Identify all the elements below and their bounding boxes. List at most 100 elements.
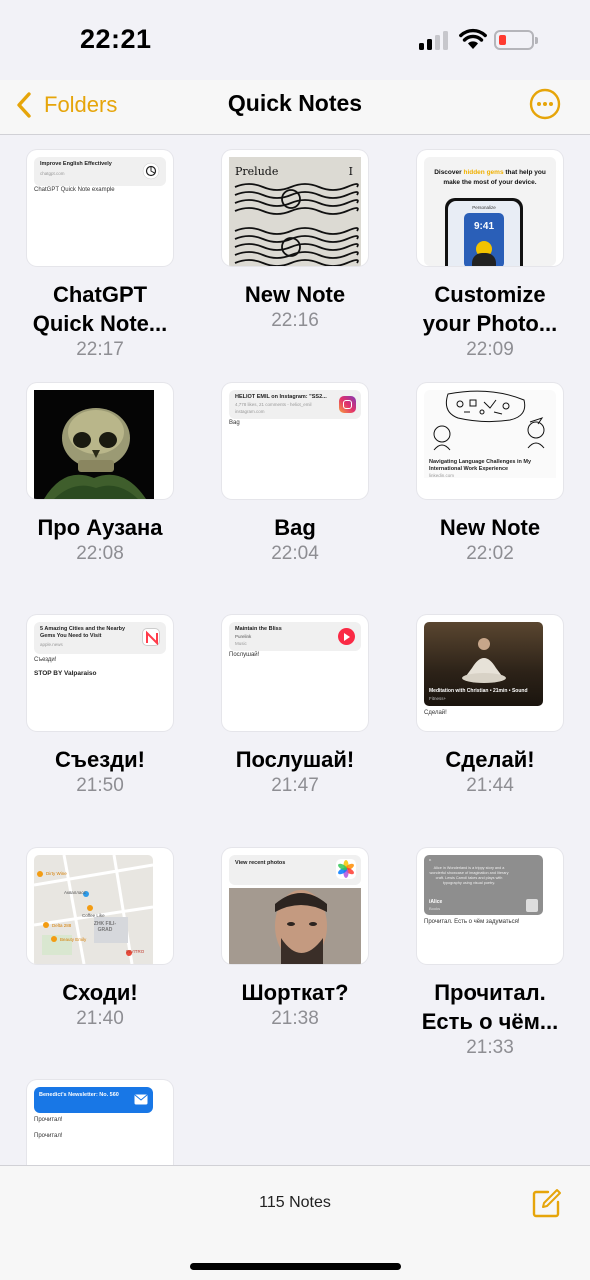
note-thumbnail: Discover hidden gems that help you make … <box>417 150 563 266</box>
note-time: 21:38 <box>271 1008 319 1029</box>
note-thumbnail <box>27 383 173 499</box>
note-title: Шорткат? <box>241 980 349 1005</box>
note-time: 21:44 <box>466 775 514 796</box>
note-time: 22:17 <box>76 339 124 360</box>
article-image: Discover hidden gems that help you make … <box>424 157 556 266</box>
note-time: 22:02 <box>466 543 514 564</box>
cellular-signal-icon <box>419 30 449 50</box>
skull-photo <box>34 390 154 499</box>
note-thumbnail: View recent photos <box>222 848 368 964</box>
shortcut-title: View recent photos <box>235 860 286 866</box>
shortcut-card: View recent photos <box>229 855 361 885</box>
phone-time: 9:41 <box>473 221 494 232</box>
home-indicator <box>190 1263 401 1270</box>
note-time: 21:33 <box>466 1037 514 1058</box>
note-thumbnail: Maintain the Bliss Purelink Music Послуш… <box>222 615 368 731</box>
instagram-icon <box>339 396 356 413</box>
map-label: INVITRO <box>126 949 145 954</box>
notes-grid: Improve English Effectively chatgpt.com … <box>0 135 590 1165</box>
link-card: HELIOT EMIL on Instagram: "SS2... 4,778 … <box>229 390 361 419</box>
newsletter-title: Benedict's Newsletter: No. 560 <box>39 1092 119 1098</box>
headline-part: Discover <box>434 169 464 176</box>
note-item[interactable]: Benedict's Newsletter: No. 560 Прочитал!… <box>27 1080 173 1165</box>
note-item[interactable]: Navigating Language Challenges in My Int… <box>417 383 563 566</box>
screen: 22:21 Folders Quick Notes Improve Englis… <box>0 0 590 1280</box>
note-thumbnail: Benedict's Newsletter: No. 560 Прочитал!… <box>27 1080 173 1165</box>
map-label: Coffee Like <box>82 913 105 918</box>
note-body-text: Прочитал. Есть о чём задуматься! <box>424 919 520 925</box>
artwork-image: Prelude I <box>229 157 361 266</box>
note-item[interactable]: Prelude I New Note 22:16 <box>222 150 368 333</box>
headline-highlight: hidden gems <box>463 169 504 176</box>
book-title: iAlice <box>429 899 443 905</box>
link-card-source: Music <box>235 641 247 646</box>
artwork-number: I <box>348 165 353 178</box>
chatgpt-logo-icon <box>142 162 160 180</box>
note-body-text: Bag <box>229 420 240 426</box>
note-time: 22:04 <box>271 543 319 564</box>
book-quote: Alice in Wonderland is a trippy story an… <box>429 866 509 885</box>
note-body-text: Послушай! <box>229 652 260 658</box>
note-title: Customize your Photo... <box>422 282 558 336</box>
map-label: Dirty Wine <box>46 871 67 876</box>
note-item[interactable]: HELIOT EMIL on Instagram: "SS2... 4,778 … <box>222 383 368 566</box>
status-time: 22:21 <box>80 24 152 54</box>
note-time: 21:50 <box>76 775 124 796</box>
page-title: Quick Notes <box>227 90 363 116</box>
note-thumbnail: Meditation with Christian • 21min • Soun… <box>417 615 563 731</box>
battery-icon <box>494 30 538 50</box>
note-item[interactable]: Improve English Effectively chatgpt.com … <box>27 150 173 362</box>
note-thumbnail: Prelude I <box>222 150 368 266</box>
note-item[interactable]: Dirty Wine Аквапласс Coffee Like Delta 2… <box>27 848 173 1031</box>
compose-icon[interactable] <box>530 1188 562 1220</box>
note-body-text: Сделай! <box>424 710 447 716</box>
notes-count: 115 Notes <box>259 1194 331 1211</box>
map-label: Аквапласс <box>64 890 86 895</box>
note-item[interactable]: Maintain the Bliss Purelink Music Послуш… <box>222 615 368 798</box>
link-card: 5 Amazing Cities and the Nearby Gems You… <box>34 622 166 654</box>
note-item[interactable]: Meditation with Christian • 21min • Soun… <box>417 615 563 798</box>
link-card: Maintain the Bliss Purelink Music <box>229 622 361 651</box>
note-time: 22:08 <box>76 543 124 564</box>
phone-label: Personalize <box>472 205 496 210</box>
note-thumbnail: HELIOT EMIL on Instagram: "SS2... 4,778 … <box>222 383 368 499</box>
link-card-domain: chatgpt.com <box>40 171 65 176</box>
link-card-title: HELIOT EMIL on Instagram: "SS2... <box>235 394 327 400</box>
wifi-icon <box>459 28 487 49</box>
selfie-photo <box>229 888 361 964</box>
note-time: 22:09 <box>466 339 514 360</box>
note-item[interactable]: 5 Amazing Cities and the Nearby Gems You… <box>27 615 173 798</box>
note-title: Съезди! <box>55 747 145 772</box>
note-title: New Note <box>439 515 541 540</box>
more-options-icon[interactable] <box>529 88 561 120</box>
note-thumbnail: Improve English Effectively chatgpt.com … <box>27 150 173 266</box>
note-title: Сходи! <box>62 980 138 1005</box>
artwork-title: Prelude <box>235 165 279 178</box>
note-title: Сделай! <box>445 747 535 772</box>
note-title: Bag <box>274 515 316 540</box>
link-card-domain: instagram.com <box>235 409 265 414</box>
video-title: Meditation with Christian • 21min • Soun… <box>429 688 528 694</box>
note-item[interactable]: Про Аузана 22:08 <box>27 383 173 566</box>
note-time: 21:47 <box>271 775 319 796</box>
wave-lines-graphic <box>234 183 359 266</box>
note-item[interactable]: Discover hidden gems that help you make … <box>417 150 563 362</box>
phone-mockup: Personalize 9:41 <box>445 198 523 266</box>
link-card-title-2: International Work Experience <box>429 466 509 472</box>
headline-part: that help you <box>503 169 546 176</box>
note-time: 21:40 <box>76 1008 124 1029</box>
note-body-text: Прочитал! <box>34 1117 63 1123</box>
mail-icon <box>134 1094 148 1105</box>
note-thumbnail: Dirty Wine Аквапласс Coffee Like Delta 2… <box>27 848 173 964</box>
book-source: Books <box>429 906 441 911</box>
note-item[interactable]: “ Alice in Wonderland is a trippy story … <box>417 848 563 1060</box>
link-card: Improve English Effectively chatgpt.com <box>34 157 166 186</box>
map-label: ZHK FILI-GRAD <box>93 921 117 933</box>
book-cover-icon <box>526 899 538 912</box>
navigation-bar: Folders Quick Notes <box>0 80 590 135</box>
link-card-title: 5 Amazing Cities and the Nearby <box>40 626 126 632</box>
map-label: Beauty Emily <box>60 937 87 942</box>
link-card-domain: linkedin.com <box>429 473 455 478</box>
note-item[interactable]: View recent photos Шорткат? 21:38 <box>222 848 368 1031</box>
link-card-title: Improve English Effectively <box>40 161 112 167</box>
